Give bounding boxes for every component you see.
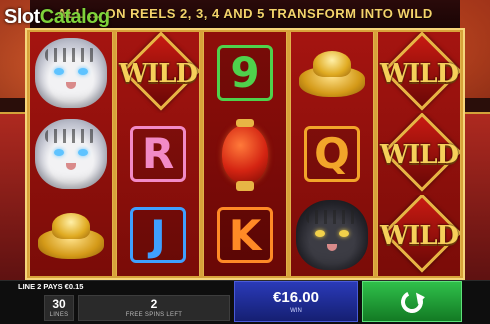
spin-refresh-icon: [397, 287, 427, 316]
reel-3-cell-3: K: [204, 195, 286, 276]
letter-symbol-r: R: [130, 125, 186, 182]
reel-4-cell-2: Q: [291, 113, 373, 194]
letter-symbol-k: K: [217, 207, 273, 264]
win-display: €16.00 WIN: [234, 281, 358, 322]
wild-symbol: WILD: [117, 32, 199, 111]
reel-1-cell-2: [30, 113, 112, 194]
white-tiger-icon: [35, 37, 107, 108]
wild-symbol: WILD: [378, 113, 460, 192]
reel-5-cell-2: WILD: [378, 113, 460, 194]
win-value: €16.00: [273, 288, 319, 306]
wild-symbol: WILD: [378, 194, 460, 273]
free-spins-label: FREE SPINS LEFT: [125, 312, 183, 318]
letter-symbol-q: Q: [304, 125, 360, 182]
wild-label: WILD: [379, 139, 459, 170]
red-lantern-icon: [222, 118, 268, 191]
reel-2: WILD R J: [116, 32, 200, 276]
lines-label: LINES: [49, 312, 69, 318]
lines-display[interactable]: 30 LINES: [44, 295, 74, 321]
watermark-prefix: Slot: [4, 6, 40, 28]
reel-3-cell-2: [204, 113, 286, 194]
lines-value: 30: [52, 297, 66, 311]
line-pays-text: LINE 2 PAYS €0.15: [18, 282, 84, 291]
win-label: WIN: [290, 307, 302, 314]
reel-5: WILD WILD WILD: [377, 32, 461, 276]
reel-4: Q: [290, 32, 374, 276]
reel-2-cell-2: R: [117, 113, 199, 194]
wild-label: WILD: [379, 58, 459, 89]
reel-2-cell-1: WILD: [117, 32, 199, 113]
wild-label: WILD: [379, 221, 459, 252]
reel-3-cell-1: 9: [204, 32, 286, 113]
reel-5-cell-1: WILD: [378, 32, 460, 113]
wild-label: WILD: [118, 58, 198, 89]
letter-symbol-j: J: [130, 207, 186, 264]
wild-symbol: WILD: [378, 32, 460, 111]
spin-button[interactable]: [362, 281, 462, 322]
letter-symbol-9: 9: [217, 44, 273, 101]
reel-1-cell-1: [30, 32, 112, 113]
reel-4-cell-3: [291, 195, 373, 276]
watermark-suffix: Catalog: [39, 6, 110, 28]
reel-1-cell-3: [30, 195, 112, 276]
gold-ingot-icon: [295, 45, 369, 101]
white-tiger-icon: [35, 118, 107, 189]
free-spins-value: 2: [150, 297, 158, 311]
free-spins-display: 2 FREE SPINS LEFT: [78, 295, 230, 321]
black-tiger-icon: [296, 200, 368, 271]
reels-grid: WILD R J 9 K Q WILD WILD WILD: [29, 32, 461, 276]
reel-5-cell-3: WILD: [378, 194, 460, 276]
reel-3: 9K: [203, 32, 287, 276]
watermark-logo: SlotCatalog: [4, 6, 110, 29]
gold-ingot-icon: [34, 207, 108, 263]
reel-1: [29, 32, 113, 276]
reel-4-cell-1: [291, 32, 373, 113]
reel-2-cell-3: J: [117, 195, 199, 276]
